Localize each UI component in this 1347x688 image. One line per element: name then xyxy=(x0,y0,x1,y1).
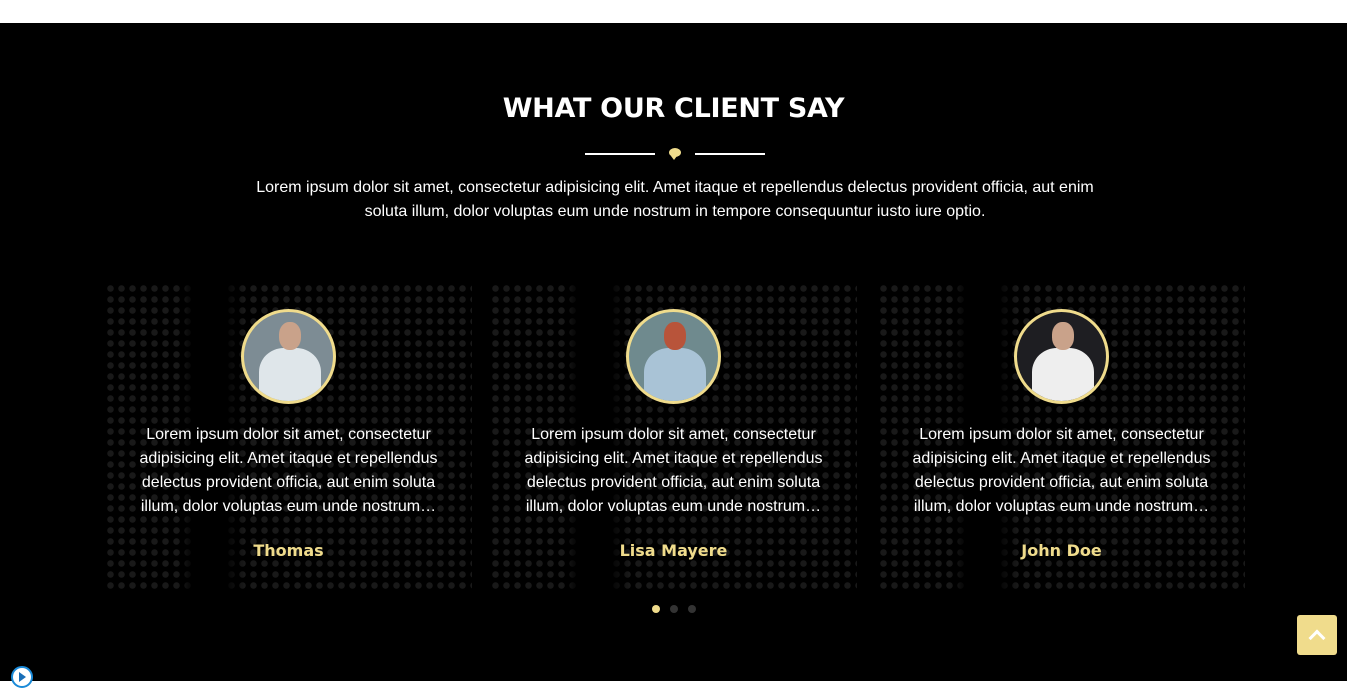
pager-dot-3[interactable] xyxy=(688,605,696,613)
carousel-pager xyxy=(652,605,696,613)
testimonial-name: Thomas xyxy=(253,541,324,560)
play-icon[interactable] xyxy=(11,666,33,688)
section-title: WHAT OUR CLIENT SAY xyxy=(502,93,845,124)
testimonial-quote: Lorem ipsum dolor sit amet, consectetur … xyxy=(912,426,1211,515)
testimonials-section: WHAT OUR CLIENT SAY Lorem ipsum dolor si… xyxy=(0,23,1347,688)
testimonial-quote: Lorem ipsum dolor sit amet, consectetur … xyxy=(524,426,823,515)
comment-icon xyxy=(669,148,681,160)
divider-line xyxy=(695,153,765,155)
pager-dot-2[interactable] xyxy=(670,605,678,613)
pager-dot-1[interactable] xyxy=(652,605,660,613)
testimonial-name: Lisa Mayere xyxy=(619,541,728,560)
scroll-to-top-button[interactable] xyxy=(1297,615,1337,655)
testimonial-card: Lorem ipsum dolor sit amet, consectetur … xyxy=(105,283,472,593)
avatar xyxy=(626,309,721,404)
divider-line xyxy=(585,153,655,155)
testimonial-name: John Doe xyxy=(1021,541,1102,560)
testimonial-card: Lorem ipsum dolor sit amet, consectetur … xyxy=(490,283,857,593)
avatar xyxy=(241,309,336,404)
avatar xyxy=(1014,309,1109,404)
title-divider xyxy=(585,148,765,160)
testimonial-quote: Lorem ipsum dolor sit amet, consectetur … xyxy=(139,426,438,515)
section-intro: Lorem ipsum dolor sit amet, consectetur … xyxy=(256,179,1094,220)
testimonial-card: Lorem ipsum dolor sit amet, consectetur … xyxy=(878,283,1245,593)
